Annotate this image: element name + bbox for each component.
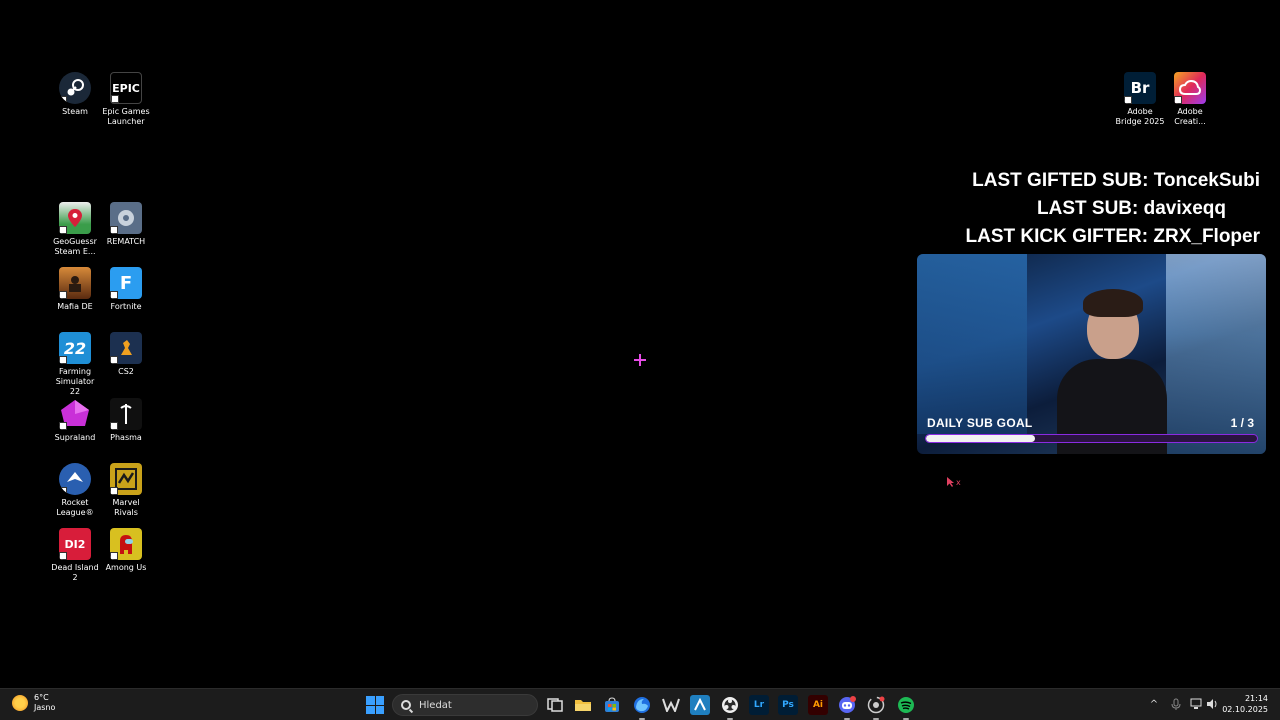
desktop-icon-fortnite[interactable]: F Fortnite	[101, 267, 151, 312]
rocket-league-icon	[59, 463, 91, 495]
daily-sub-goal-label: DAILY SUB GOAL	[927, 416, 1033, 430]
taskbar-search[interactable]	[392, 694, 538, 716]
network-icon[interactable]	[1190, 698, 1204, 712]
daily-sub-goal-count: 1 / 3	[1230, 416, 1254, 430]
windows-start-icon[interactable]	[366, 696, 384, 714]
mafia-icon	[59, 267, 91, 299]
desktop-icon-label: Steam	[62, 107, 88, 116]
search-icon	[401, 700, 411, 710]
weather-sun-icon	[12, 695, 28, 711]
desktop-icon-mafia[interactable]: Mafia DE	[50, 267, 100, 312]
discord-icon[interactable]	[837, 695, 857, 720]
last-kick-gifter-text: LAST KICK GIFTER: ZRX_Floper	[965, 226, 1261, 247]
steam-icon	[59, 72, 91, 104]
desktop-icon-label: Dead Island 2	[51, 563, 99, 582]
app-blue-icon[interactable]	[690, 695, 710, 715]
among-us-icon	[110, 528, 142, 560]
farming-simulator-icon: 22	[59, 332, 91, 364]
epic-games-icon: EPIC	[110, 72, 142, 104]
desktop-icon-farming[interactable]: 22 Farming Simulator 22	[50, 332, 100, 397]
desktop-icon-label: Supraland	[54, 433, 96, 442]
desktop-icon-dead-island[interactable]: DI2 Dead Island 2	[50, 528, 100, 583]
last-gifted-sub-text: LAST GIFTED SUB: ToncekSubi	[972, 170, 1260, 191]
desktop-icon-supraland[interactable]: Supraland	[50, 398, 100, 443]
fortnite-icon: F	[110, 267, 142, 299]
search-input[interactable]	[419, 699, 519, 711]
desktop-icon-phasma[interactable]: Phasma	[101, 398, 151, 443]
daily-sub-goal-progress	[925, 434, 1258, 443]
taskbar-clock[interactable]: 21:14 02.10.2025	[1222, 693, 1268, 715]
cs2-icon	[110, 332, 142, 364]
weather-desc: Jasno	[34, 703, 56, 712]
webcam-overlay: DAILY SUB GOAL 1 / 3	[917, 254, 1266, 454]
desktop-icon-marvel-rivals[interactable]: Marvel Rivals	[101, 463, 151, 518]
microphone-icon[interactable]	[1169, 698, 1183, 712]
geoguessr-icon	[59, 202, 91, 234]
microsoft-store-icon[interactable]	[602, 695, 622, 715]
desktop-icon-adobe-bridge[interactable]: Br Adobe Bridge 2025	[1115, 72, 1165, 127]
adobe-creative-cloud-icon	[1174, 72, 1206, 104]
desktop-icon-label: Adobe Bridge 2025	[1115, 107, 1165, 126]
desktop-icon-label: Epic Games Launcher	[102, 107, 150, 126]
clock-time: 21:14	[1244, 694, 1268, 703]
daily-sub-goal-progress-fill	[926, 435, 1036, 442]
desktop-icon-label: CS2	[118, 367, 134, 376]
desktop-icon-rocket-league[interactable]: Rocket League®	[50, 463, 100, 518]
rematch-icon	[110, 202, 142, 234]
streamer	[1057, 289, 1167, 454]
tray-overflow-chevron-icon[interactable]: ^	[1147, 698, 1161, 712]
desktop-icon-label: Adobe Creati...	[1174, 107, 1206, 126]
desktop-icon-label: GeoGuessr Steam E...	[53, 237, 97, 256]
last-sub-text: LAST SUB: davixeqq	[1037, 198, 1226, 219]
desktop-icon-steam[interactable]: Steam	[50, 72, 100, 117]
svg-text:x: x	[956, 478, 961, 487]
desktop-icon-among-us[interactable]: Among Us	[101, 528, 151, 573]
task-view-icon[interactable]	[545, 695, 565, 715]
chrome-icon[interactable]	[866, 695, 886, 720]
taskbar: 6°C Jasno Lr Ps Ai	[0, 688, 1280, 720]
desktop-icon-label: Farming Simulator 22	[55, 367, 95, 396]
desktop-icon-label: Marvel Rivals	[112, 498, 140, 517]
weather-temp: 6°C	[34, 693, 49, 702]
wolf-icon[interactable]	[661, 695, 681, 715]
clock-date: 02.10.2025	[1222, 705, 1268, 714]
lightroom-icon[interactable]: Lr	[749, 695, 769, 715]
desktop-icon-label: Rocket League®	[56, 498, 94, 517]
phasma-icon	[110, 398, 142, 430]
spotify-icon[interactable]	[896, 695, 916, 720]
desktop-icon-cs2[interactable]: CS2	[101, 332, 151, 377]
obs-icon[interactable]	[720, 695, 740, 720]
file-explorer-icon[interactable]	[573, 695, 593, 715]
illustrator-icon[interactable]: Ai	[808, 695, 828, 715]
dead-island-icon: DI2	[59, 528, 91, 560]
desktop-icon-label: Fortnite	[110, 302, 142, 311]
marvel-rivals-icon	[110, 463, 142, 495]
desktop-icon-label: REMATCH	[106, 237, 146, 246]
weather-widget[interactable]: 6°C Jasno	[12, 693, 55, 713]
desktop-icon-adobe-cc[interactable]: Adobe Creati...	[1165, 72, 1215, 127]
photoshop-icon[interactable]: Ps	[778, 695, 798, 715]
firefox-icon[interactable]	[632, 695, 652, 720]
desktop-icon-geoguessr[interactable]: GeoGuessr Steam E...	[50, 202, 100, 257]
crosshair-cursor	[634, 354, 646, 366]
pointer-cursor-icon: x	[946, 472, 964, 487]
desktop-icon-epic[interactable]: EPIC Epic Games Launcher	[101, 72, 151, 127]
desktop-icon-label: Phasma	[110, 433, 142, 442]
desktop-icon-rematch[interactable]: REMATCH	[101, 202, 151, 247]
desktop-icon-label: Mafia DE	[57, 302, 93, 311]
desktop-icon-label: Among Us	[105, 563, 147, 572]
adobe-bridge-icon: Br	[1124, 72, 1156, 104]
supraland-icon	[59, 398, 91, 430]
volume-icon[interactable]	[1206, 698, 1220, 712]
